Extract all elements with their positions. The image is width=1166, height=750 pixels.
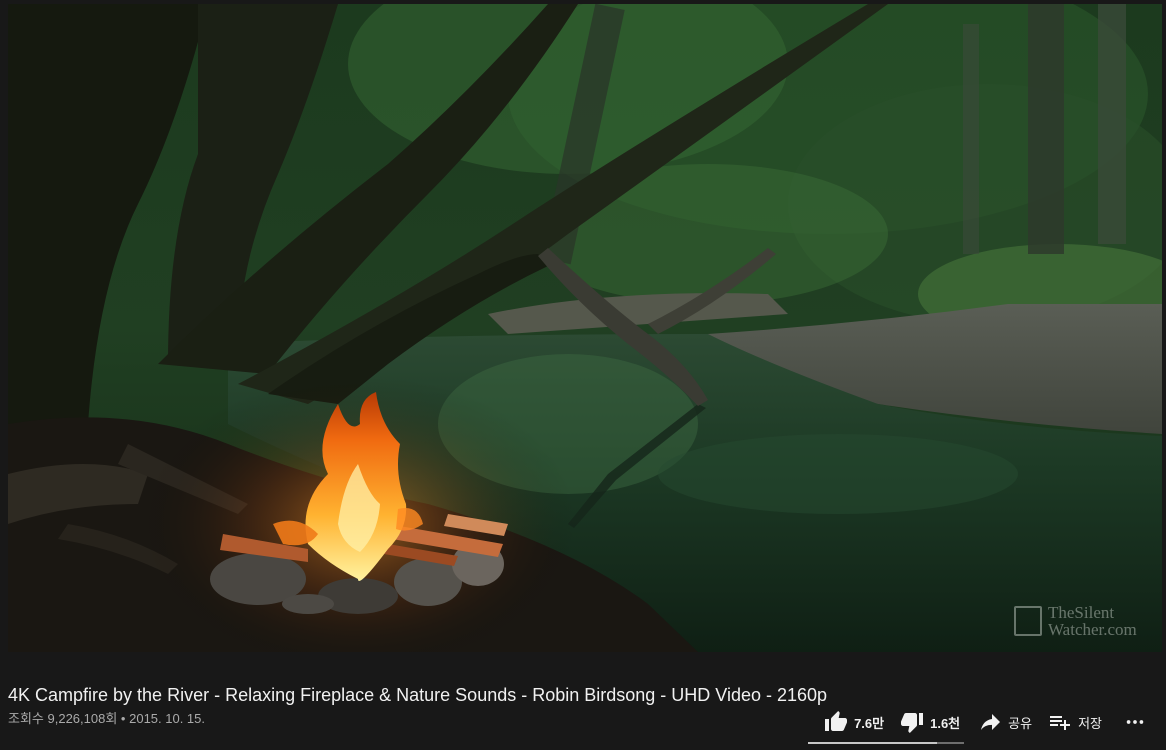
save-label: 저장: [1078, 715, 1102, 731]
video-info: 조회수 9,226,108회 • 2015. 10. 15.: [8, 708, 205, 727]
more-horizontal-icon: [1126, 720, 1144, 724]
watermark-logo-icon: [1014, 606, 1042, 636]
video-player[interactable]: TheSilent Watcher.com: [8, 4, 1162, 652]
video-frame: [8, 4, 1162, 652]
channel-watermark: TheSilent Watcher.com: [1014, 604, 1140, 638]
upload-date: 2015. 10. 15.: [129, 711, 206, 726]
video-title: 4K Campfire by the River - Relaxing Fire…: [8, 685, 828, 706]
share-arrow-icon: [981, 714, 1001, 730]
info-separator: •: [120, 711, 126, 726]
more-actions-button[interactable]: [1118, 704, 1152, 740]
action-bar: 7.6만 1.6천 공유 저장: [818, 700, 1152, 744]
view-count: 조회수 9,226,108회: [8, 711, 118, 726]
thumbs-down-icon: [901, 713, 924, 733]
like-count: 7.6만: [854, 715, 885, 731]
playlist-add-icon: [1050, 716, 1071, 730]
sentiment-bar-fill: [808, 742, 937, 744]
like-button[interactable]: 7.6만: [818, 704, 890, 740]
thumbs-up-icon: [825, 711, 848, 731]
sentiment-bar: [808, 742, 964, 744]
save-button[interactable]: 저장: [1042, 704, 1108, 740]
watermark-text: TheSilent Watcher.com: [1048, 603, 1137, 639]
share-label: 공유: [1008, 715, 1033, 731]
dislike-count: 1.6천: [930, 715, 961, 731]
share-button[interactable]: 공유: [972, 704, 1038, 740]
dislike-button[interactable]: 1.6천: [894, 704, 966, 740]
watch-page: TheSilent Watcher.com 4K Campfire by the…: [0, 0, 1166, 750]
